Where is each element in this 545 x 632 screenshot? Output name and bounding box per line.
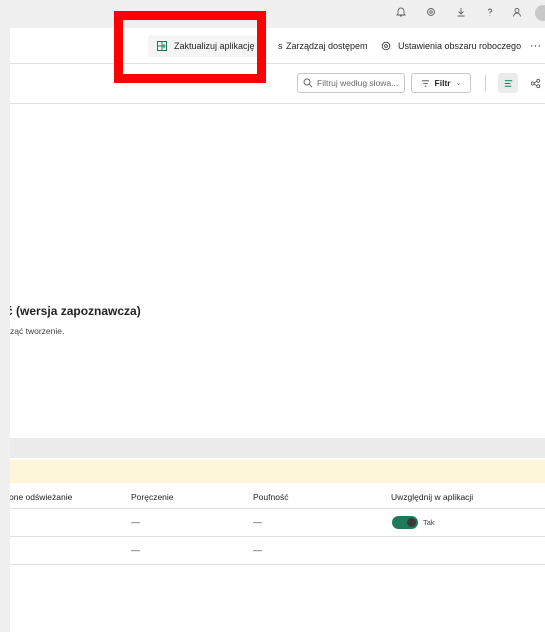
manage-access-button[interactable]: Zarządzaj dostępem	[286, 37, 368, 55]
sensitivity-cell: —	[253, 545, 262, 555]
column-header-include-in-app[interactable]: Uwzględnij w aplikacji	[391, 492, 473, 502]
download-icon[interactable]	[455, 6, 467, 18]
table-header: one odświeżanie Poręczenie Poufność Uwzg…	[10, 483, 545, 509]
sensitivity-cell: —	[253, 517, 262, 527]
help-icon[interactable]	[484, 6, 496, 18]
filter-button[interactable]: Filtr ⌄	[411, 73, 471, 93]
filter-bar: Filtr ⌄	[10, 64, 545, 104]
column-header-sensitivity[interactable]: Poufność	[253, 492, 288, 502]
list-view-icon	[504, 79, 512, 87]
workspace-frame: Zaktualizuj aplikację s Zarządzaj dostęp…	[10, 0, 545, 632]
bell-icon[interactable]	[395, 6, 407, 18]
endorsement-cell: —	[131, 517, 140, 527]
list-view-button[interactable]	[498, 73, 518, 93]
filter-lines-icon	[421, 79, 429, 87]
toolbar-divider	[485, 75, 486, 91]
empty-state-title: ć (wersja zapoznawcza)	[10, 304, 141, 318]
command-bar: Zaktualizuj aplikację s Zarządzaj dostęp…	[10, 28, 545, 64]
empty-state-subtitle: ząć tworzenie.	[10, 326, 65, 336]
lineage-view-icon	[530, 78, 540, 88]
notice-banner	[10, 460, 545, 483]
workspace-settings-button[interactable]: Ustawienia obszaru roboczego	[380, 37, 521, 55]
gear-icon[interactable]	[425, 6, 437, 18]
endorsement-cell: —	[131, 545, 140, 555]
chevron-down-icon: ⌄	[455, 80, 462, 87]
top-bar	[10, 0, 545, 28]
more-options-button[interactable]: ···	[530, 37, 541, 55]
avatar[interactable]	[535, 5, 545, 21]
filter-search-input[interactable]	[317, 78, 403, 88]
lineage-view-button[interactable]	[525, 73, 545, 93]
settings-gear-icon	[381, 41, 391, 51]
include-in-app-toggle[interactable]	[392, 516, 418, 529]
manage-access-label: Zarządzaj dostępem	[286, 41, 368, 51]
section-header-band	[10, 438, 545, 458]
column-header-refresh[interactable]: one odświeżanie	[10, 492, 72, 502]
include-in-app-toggle-label: Tak	[423, 518, 435, 527]
search-icon	[303, 78, 313, 88]
filter-button-label: Filtr	[434, 78, 451, 88]
table-row[interactable]: — —	[10, 537, 545, 565]
workspace-settings-label: Ustawienia obszaru roboczego	[398, 41, 522, 51]
column-header-endorsement[interactable]: Poręczenie	[131, 492, 174, 502]
person-icon[interactable]	[511, 6, 523, 18]
table-row[interactable]: — — Tak	[10, 509, 545, 537]
filter-search-box[interactable]	[297, 73, 405, 93]
highlight-annotation-box	[114, 11, 266, 83]
obscured-command-fragment: s	[278, 41, 283, 51]
